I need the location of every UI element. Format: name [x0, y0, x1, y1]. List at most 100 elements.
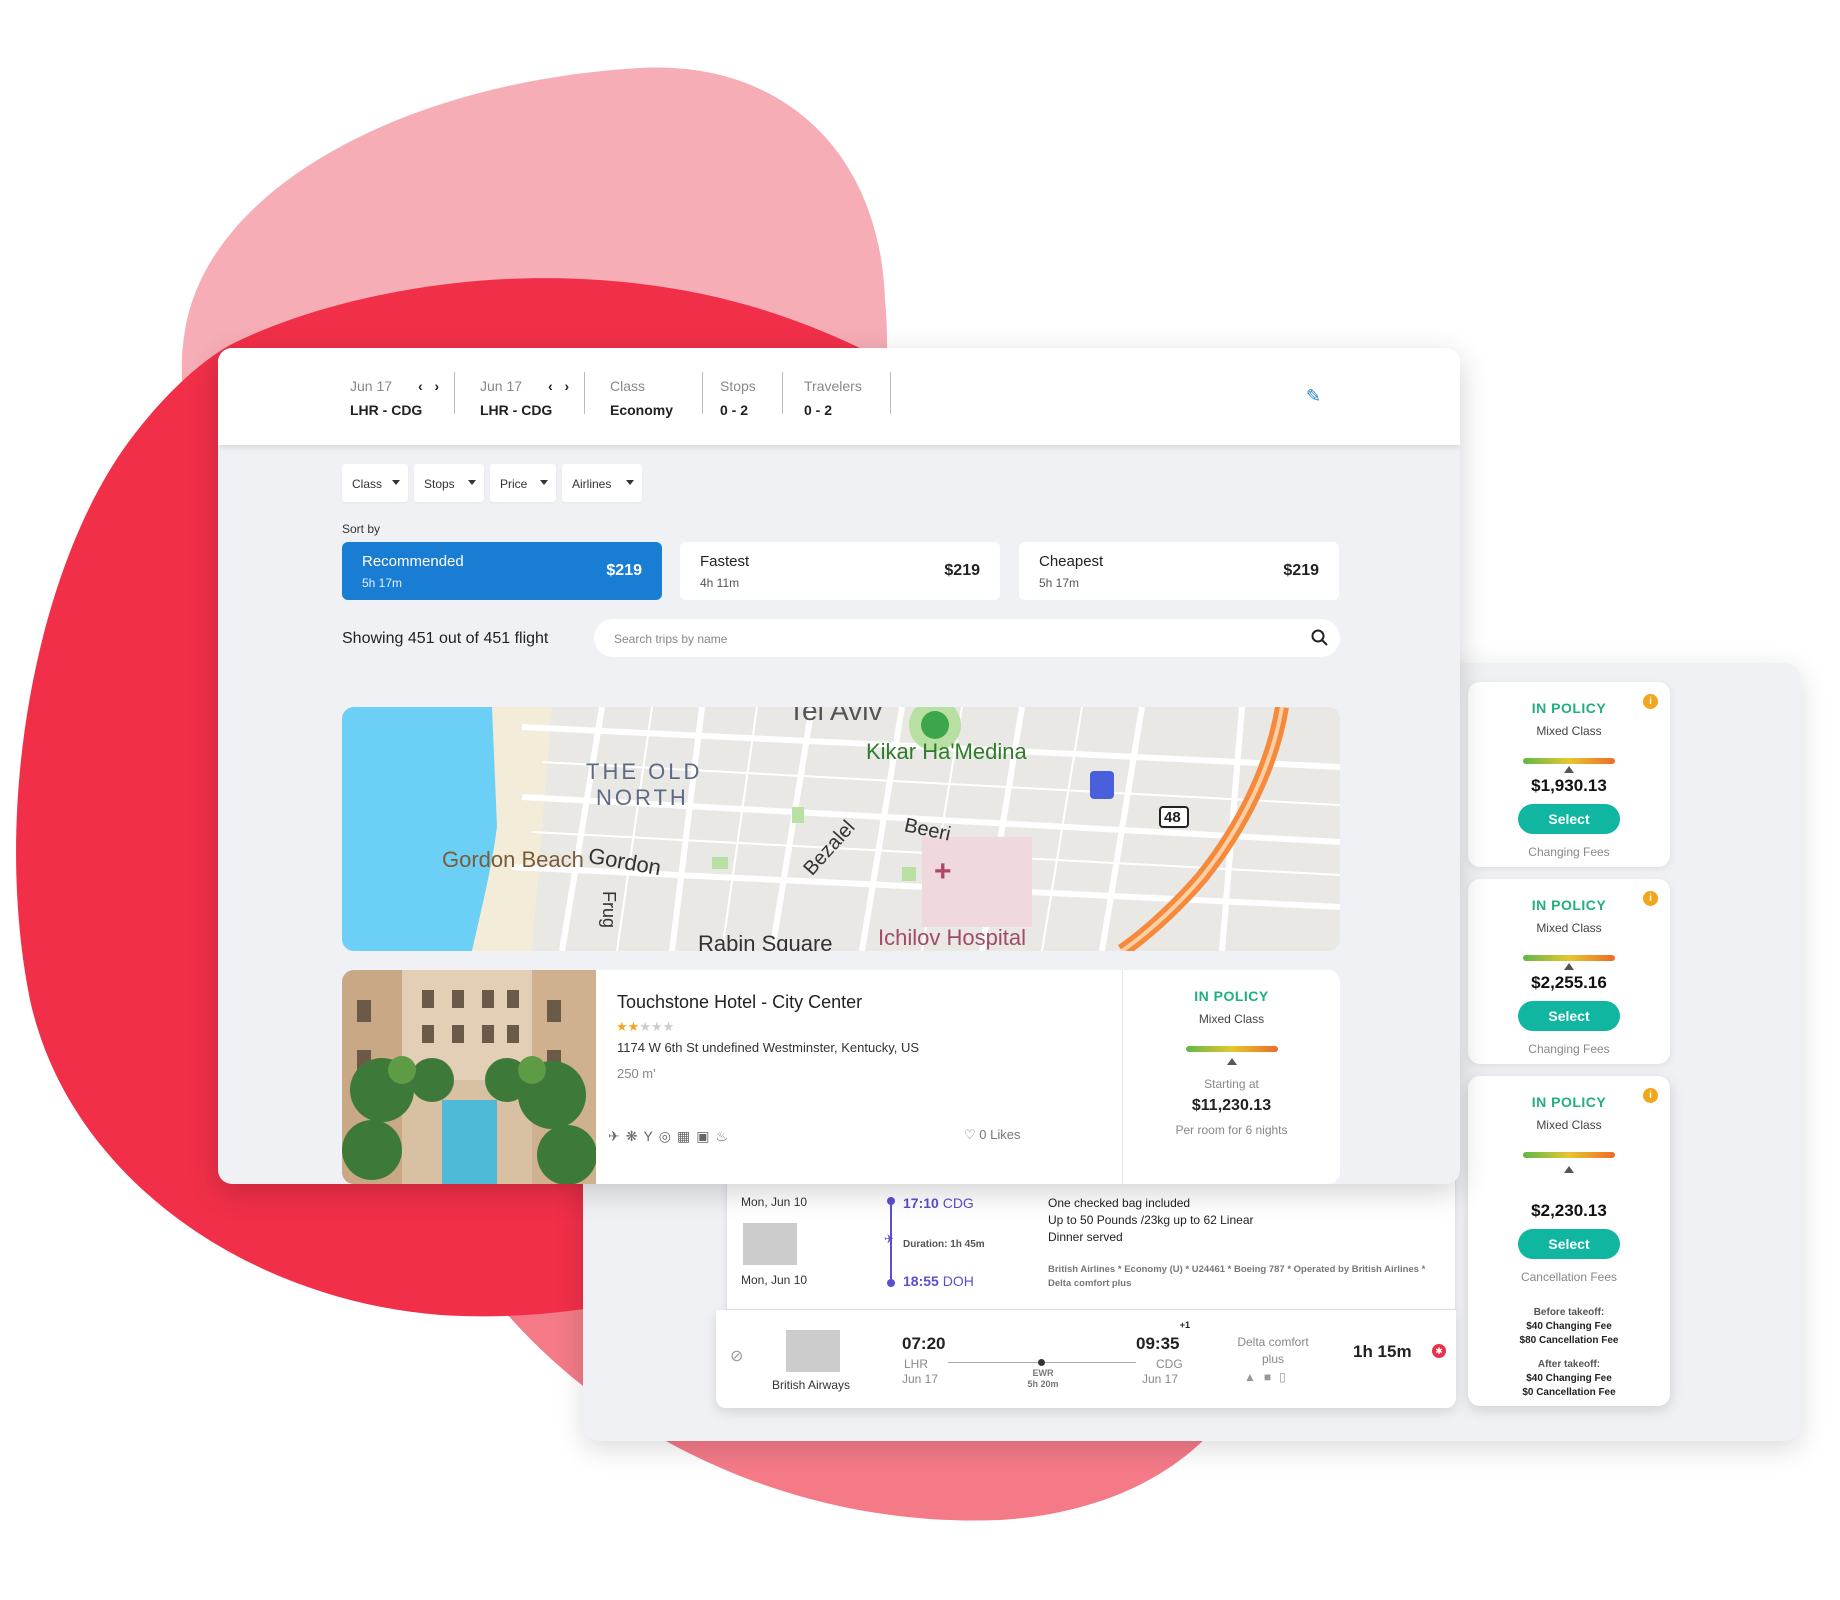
stops-value: 0 - 2 — [720, 402, 749, 418]
map-label: Gordon Beach — [442, 847, 584, 872]
caret-icon — [468, 480, 476, 485]
sort-recommended[interactable]: Recommended 5h 17m $219 — [342, 542, 662, 600]
map-label: Frug — [599, 890, 620, 929]
filter-stops[interactable]: Stops — [414, 464, 484, 502]
segment-arrows[interactable]: ‹ › — [548, 378, 573, 394]
policy-card: i IN POLICY Mixed Class $2,255.16 Select… — [1468, 879, 1670, 1064]
segment-arrows[interactable]: ‹ › — [418, 378, 443, 394]
dep-time: 17:10 — [903, 1195, 939, 1211]
note-bag: One checked bag included — [1048, 1196, 1191, 1210]
hotel-policy-class: Mixed Class — [1198, 1012, 1265, 1026]
row-arr-code: CDG — [1156, 1357, 1183, 1371]
flight-row[interactable]: ⊘ British Airways 07:20 LHR Jun 17 EWR 5… — [716, 1310, 1456, 1408]
sort-label: Sort by — [342, 522, 381, 536]
caret-icon — [392, 480, 400, 485]
fees-link[interactable]: Changing Fees — [1468, 845, 1670, 859]
row-arr-time: 09:35 — [1136, 1334, 1180, 1353]
select-button[interactable]: Select — [1518, 1229, 1620, 1259]
hospital-icon: + — [934, 855, 952, 888]
next-day-badge: +1 — [1179, 1320, 1190, 1330]
sort-price: $219 — [606, 562, 642, 579]
policy-card: i IN POLICY Mixed Class $1,930.13 Select… — [1468, 682, 1670, 867]
caret-icon — [540, 480, 548, 485]
likes[interactable]: ♡ 0 Likes — [964, 1127, 1020, 1143]
alert-icon[interactable]: ✱ — [1432, 1344, 1446, 1358]
map-label: Kikar Ha'Medina — [866, 739, 1027, 764]
row-dep-time: 07:20 — [902, 1334, 946, 1353]
arr-time: 18:55 — [903, 1273, 939, 1289]
info-icon[interactable]: i — [1643, 694, 1658, 709]
filter-label: Price — [500, 477, 528, 491]
airline-logo — [786, 1330, 840, 1372]
duration-text: Duration: 1h 45m — [903, 1239, 985, 1250]
class-label: Class — [610, 378, 646, 394]
stop-code: EWR — [1032, 1368, 1054, 1378]
row-duration: 1h 15m — [1353, 1342, 1412, 1361]
filter-class[interactable]: Class — [342, 464, 408, 502]
detail-date-top: Mon, Jun 10 — [741, 1195, 808, 1209]
hotel-card[interactable]: Touchstone Hotel - City Center ★★★★★ 117… — [342, 970, 1340, 1184]
segment-date: Jun 17 — [350, 378, 393, 394]
stop-time: 5h 20m — [1027, 1379, 1059, 1389]
segment-route: LHR - CDG — [480, 402, 553, 418]
fees-link[interactable]: Cancellation Fees — [1468, 1270, 1670, 1284]
search-input[interactable]: Search trips by name — [594, 619, 1340, 657]
policy-class: Mixed Class — [1536, 724, 1602, 738]
filter-airlines[interactable]: Airlines — [562, 464, 642, 502]
segment-date: Jun 17 — [480, 378, 523, 394]
info-icon[interactable]: i — [1643, 1088, 1658, 1103]
baggage-icons: ▲■▯ — [1244, 1370, 1294, 1384]
map-label: Ichilov Hospital — [878, 925, 1026, 950]
hotel-name[interactable]: Touchstone Hotel - City Center — [617, 992, 862, 1013]
filter-price[interactable]: Price — [490, 464, 556, 502]
airline-name: British Airways — [772, 1378, 851, 1392]
pencil-icon[interactable]: ✎ — [1306, 386, 1321, 407]
gauge-marker — [1564, 963, 1574, 970]
star-icon: ★ — [639, 1019, 651, 1034]
star-icon: ★ — [627, 1019, 640, 1034]
dep-code: CDG — [942, 1195, 974, 1211]
travelers-value: 0 - 2 — [804, 402, 833, 418]
search-icon[interactable] — [1311, 629, 1328, 646]
note-meal: Dinner served — [1048, 1230, 1123, 1244]
before-change-fee: $40 Changing Fee — [1526, 1321, 1612, 1332]
row-dep-date: Jun 17 — [902, 1372, 939, 1386]
select-button[interactable]: Select — [1518, 804, 1620, 834]
before-cancel-fee: $80 Cancellation Fee — [1519, 1335, 1619, 1346]
map-label: 48 — [1164, 809, 1181, 826]
policy-gauge — [1523, 955, 1615, 961]
travelers-label: Travelers — [804, 378, 862, 394]
sort-cheapest[interactable]: Cheapest 5h 17m $219 — [1019, 542, 1339, 600]
before-takeoff-label: Before takeoff: — [1533, 1307, 1605, 1318]
sort-fastest[interactable]: Fastest 4h 11m $219 — [680, 542, 1000, 600]
policy-class: Mixed Class — [1536, 921, 1602, 935]
trip-header: Jun 17 LHR - CDG ‹ › Jun 17 LHR - CDG ‹ … — [218, 348, 1460, 445]
hotel-distance: 250 m' — [617, 1066, 656, 1081]
route-dot — [887, 1197, 895, 1205]
heart-icon[interactable]: ♡ — [964, 1127, 976, 1142]
segment-route: LHR - CDG — [350, 402, 423, 418]
plane-icon: ✈ — [884, 1232, 895, 1246]
flight-detail: Mon, Jun 10 Mon, Jun 10 ✈ 17:10 CDG Dura… — [726, 1180, 1456, 1310]
filter-label: Stops — [424, 477, 455, 491]
select-button[interactable]: Select — [1518, 1001, 1620, 1031]
main-window: Jun 17 LHR - CDG ‹ › Jun 17 LHR - CDG ‹ … — [218, 348, 1460, 1184]
star-icon: ★ — [662, 1019, 675, 1034]
info-icon[interactable]: i — [1643, 891, 1658, 906]
link-icon[interactable]: ⊘ — [730, 1346, 743, 1366]
caret-icon — [626, 480, 634, 485]
hotel-policy: IN POLICY — [1194, 988, 1269, 1004]
policy-class: Mixed Class — [1536, 1118, 1602, 1132]
hotel-address: 1174 W 6th St undefined Westminster, Ken… — [617, 1040, 920, 1055]
star-icon: ★ — [616, 1019, 628, 1034]
route-dot — [887, 1279, 895, 1287]
filter-label: Airlines — [572, 477, 612, 491]
after-cancel-fee: $0 Cancellation Fee — [1522, 1387, 1616, 1398]
after-takeoff-label: After takeoff: — [1537, 1359, 1601, 1370]
fees-link[interactable]: Changing Fees — [1468, 1042, 1670, 1056]
map-label: Rabin Square — [698, 931, 833, 951]
sort-price: $219 — [1283, 562, 1319, 579]
map[interactable]: Tel Aviv THE OLD NORTH Kikar Ha'Medina B… — [342, 707, 1340, 951]
amenity-icons: ✈❋Y◎▦▣♨ — [608, 1128, 735, 1144]
row-arr-date: Jun 17 — [1142, 1372, 1179, 1386]
